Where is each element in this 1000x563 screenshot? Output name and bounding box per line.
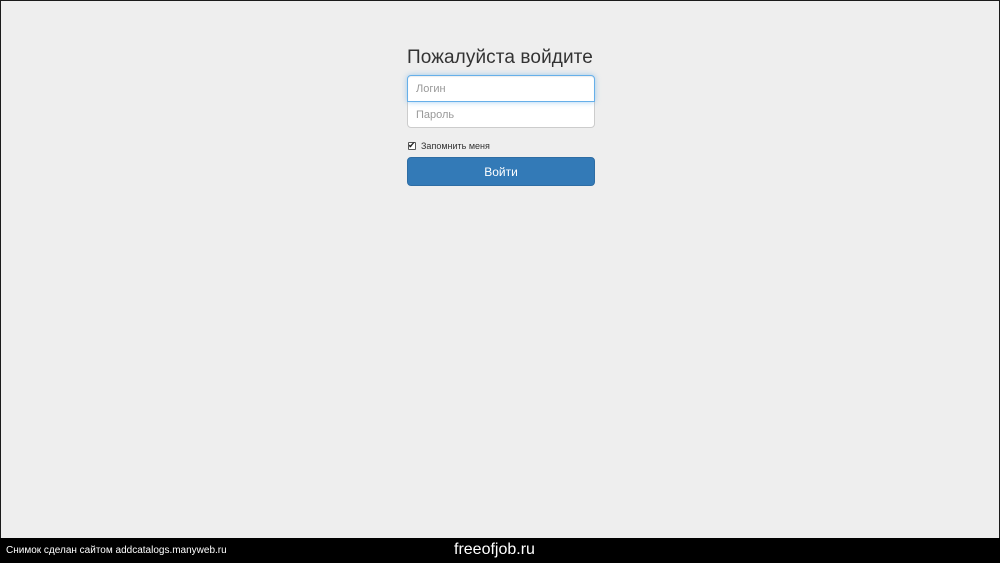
remember-me-label: Запомнить меня	[421, 141, 490, 151]
remember-me-checkbox[interactable]: ✔	[408, 140, 416, 150]
checkmark-icon: ✔	[408, 140, 416, 150]
login-button[interactable]: Войти	[407, 157, 595, 186]
password-input[interactable]	[407, 101, 595, 128]
page-viewport: Пожалуйста войдите ✔ Запомнить меня Войт…	[0, 0, 1000, 538]
login-form: Пожалуйста войдите ✔ Запомнить меня Войт…	[407, 46, 595, 186]
site-name: freeofjob.ru	[454, 541, 535, 558]
footer-bar: Снимок сделан сайтом addcatalogs.manyweb…	[0, 538, 1000, 563]
remember-me-row[interactable]: ✔ Запомнить меня	[407, 140, 595, 152]
form-heading: Пожалуйста войдите	[407, 47, 593, 68]
screenshot-credit: Снимок сделан сайтом addcatalogs.manyweb…	[6, 545, 227, 556]
login-input[interactable]	[407, 75, 595, 102]
